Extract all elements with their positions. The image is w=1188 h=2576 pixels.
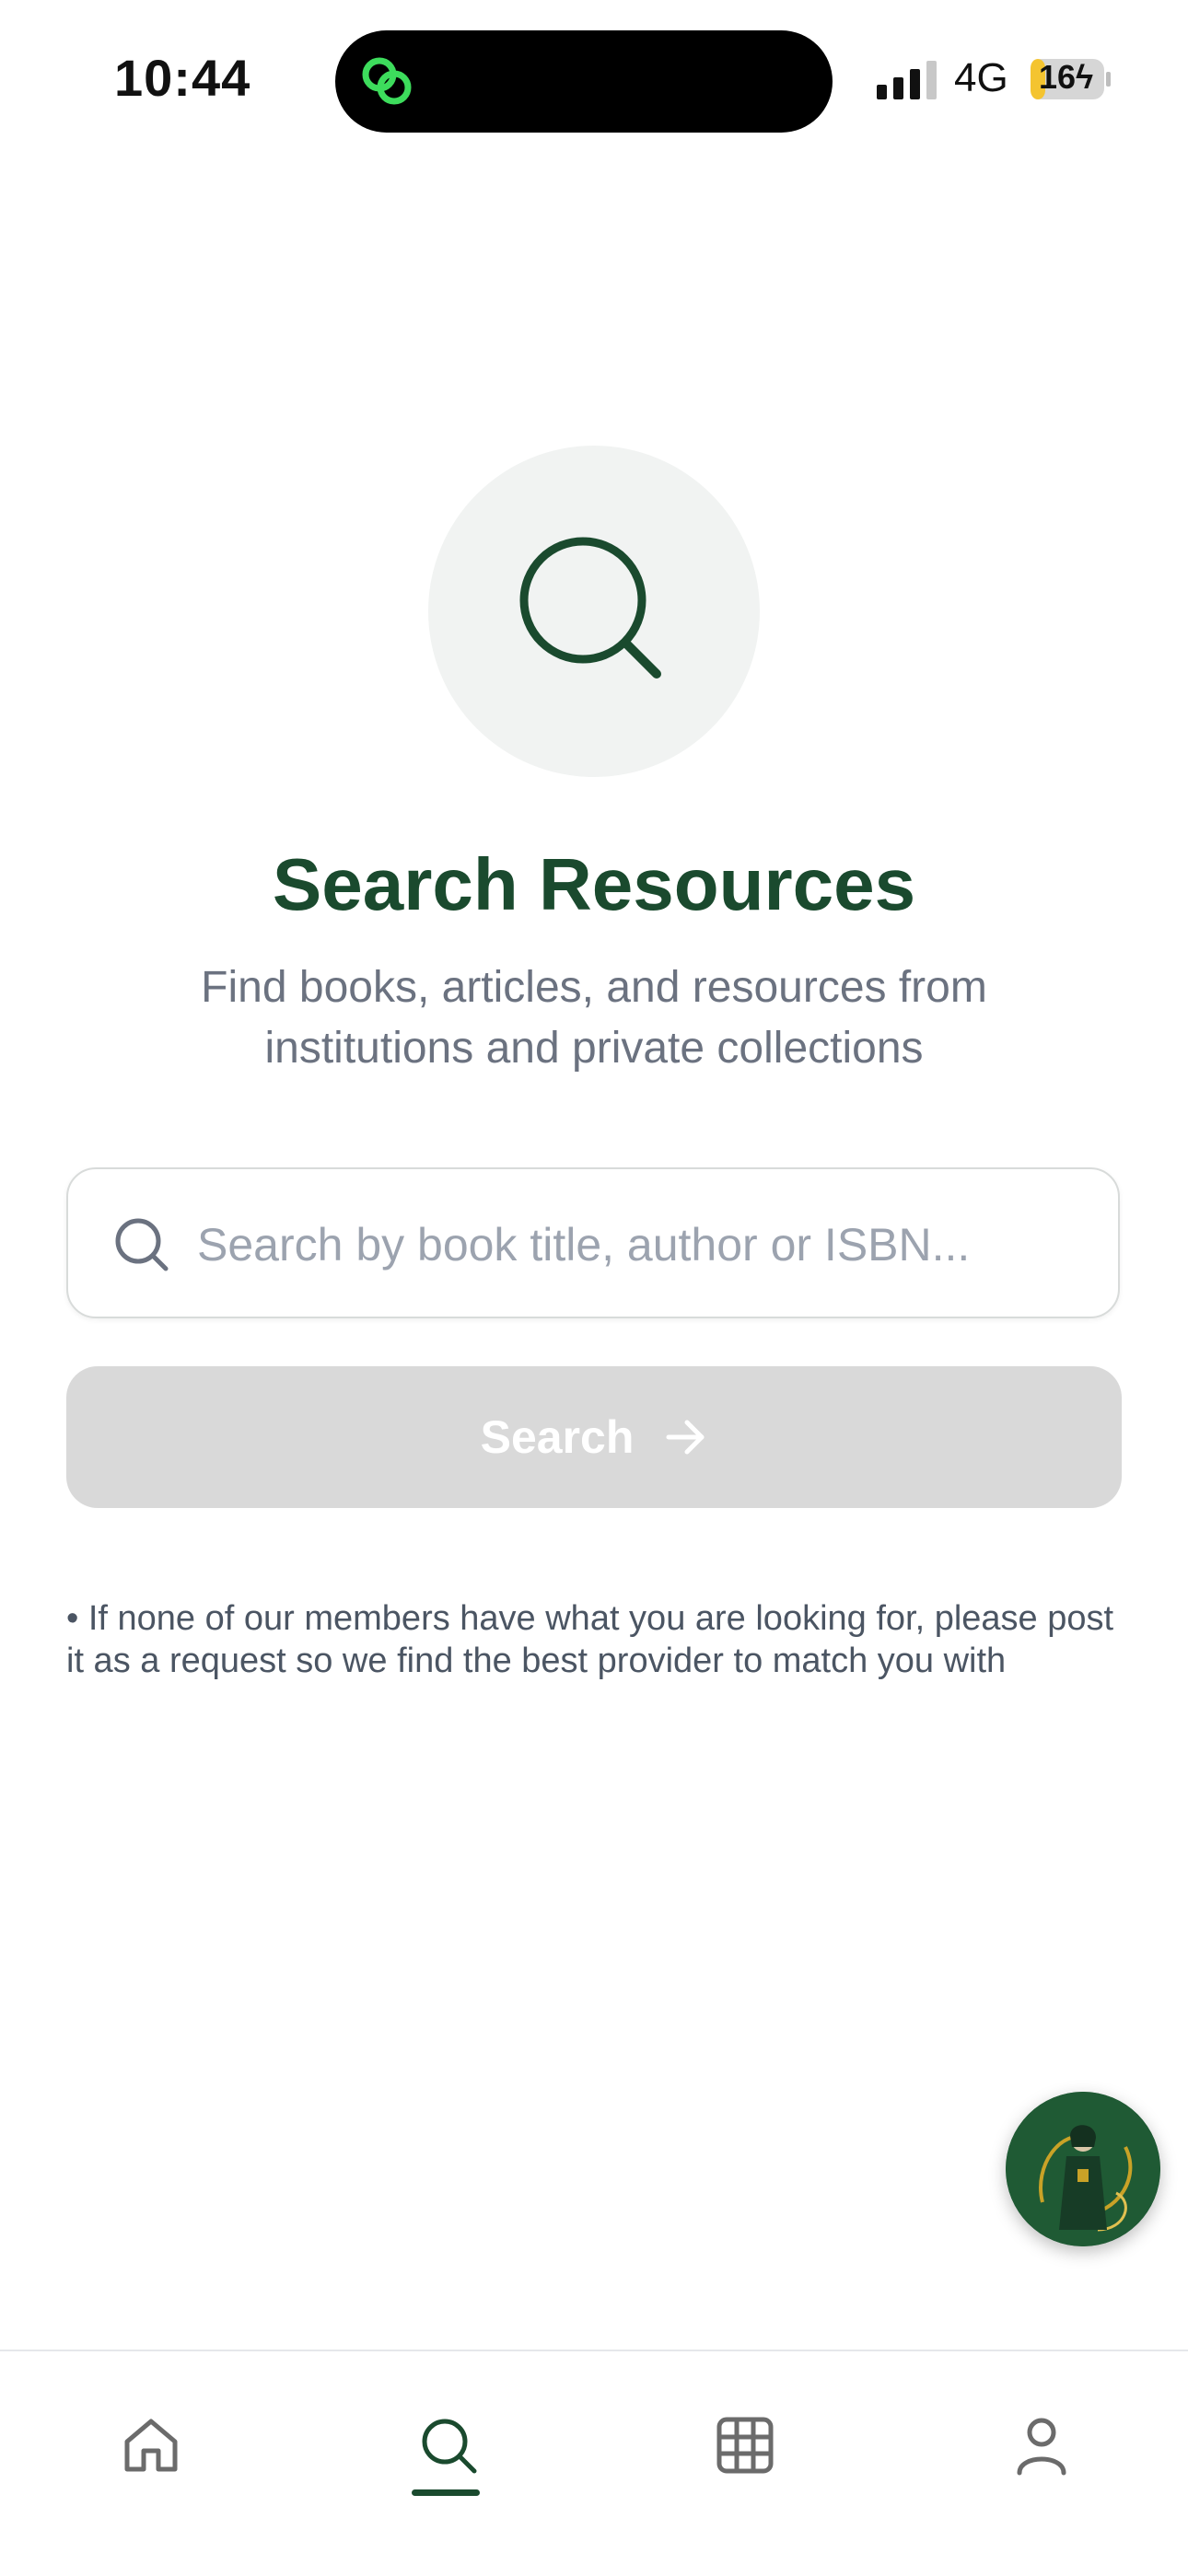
grid-icon [716, 2417, 774, 2474]
profile-icon [1017, 2418, 1066, 2476]
page-subtitle: Find books, articles, and resources from… [201, 963, 987, 1073]
nav-active-indicator [412, 2489, 480, 2496]
nav-profile[interactable] [984, 2397, 1095, 2508]
battery-percent: 16 [1039, 58, 1077, 96]
page-title: Search Resources [272, 843, 916, 925]
bottom-nav [0, 2350, 1188, 2576]
nav-home[interactable] [94, 2397, 204, 2508]
battery-level: 16ϟ [1039, 58, 1093, 97]
arrow-right-icon [666, 1420, 705, 1455]
status-time: 10:44 [114, 49, 251, 107]
search-field[interactable] [66, 1167, 1120, 1318]
dynamic-island [335, 30, 833, 133]
home-icon [124, 2419, 178, 2472]
search-icon [115, 1218, 169, 1271]
request-note: • If none of our members have what you a… [66, 1599, 1114, 1680]
signal-icon [877, 61, 937, 99]
search-icon [519, 537, 661, 679]
link-app-icon [362, 57, 412, 105]
wizard-avatar-icon [1006, 2092, 1160, 2246]
search-icon [422, 2419, 477, 2474]
nav-search[interactable] [391, 2397, 502, 2508]
search-input[interactable] [197, 1204, 1081, 1285]
network-label: 4G [954, 55, 1008, 100]
status-bar: 10:44 4G 16ϟ [0, 0, 1188, 147]
nav-browse[interactable] [688, 2397, 798, 2508]
charging-bolt-icon: ϟ [1076, 58, 1094, 96]
search-button-label: Search [480, 1411, 635, 1463]
assistant-avatar-button[interactable] [1006, 2092, 1160, 2246]
search-button[interactable]: Search [66, 1366, 1122, 1508]
